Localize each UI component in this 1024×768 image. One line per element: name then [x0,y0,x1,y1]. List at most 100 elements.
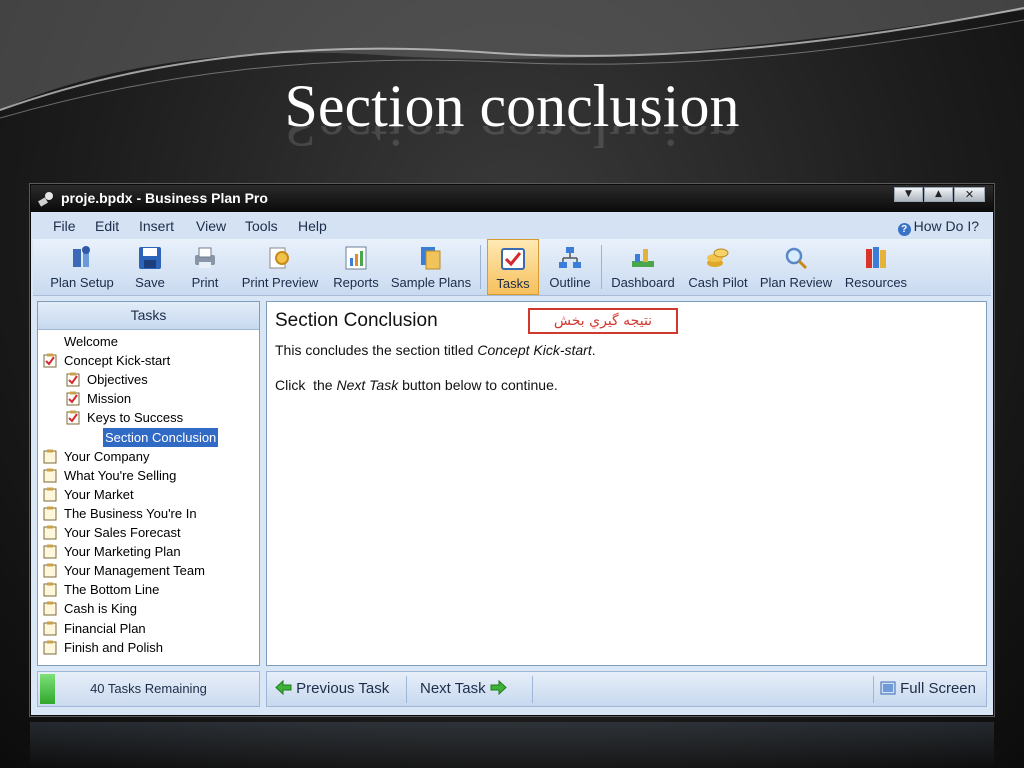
close-button[interactable]: ✕ [954,187,985,202]
printer-icon [195,247,215,268]
task-item-label: Cash is King [64,601,137,617]
task-item-label: Your Market [64,486,134,502]
menu-file[interactable]: File [53,218,76,234]
coins-icon [707,248,729,267]
left-arrow-icon [275,680,292,695]
previous-task-button[interactable]: Previous Task [275,680,389,697]
clipboard-icon [43,582,57,597]
toolbar-separator [480,245,481,289]
wrench-hammer-icon [73,246,90,267]
full-screen-button[interactable]: Full Screen [880,680,976,697]
tasks-button[interactable]: Tasks [487,239,539,295]
clipboard-icon [43,563,57,578]
plan-setup-label: Plan Setup [50,275,114,290]
task-item-label: The Bottom Line [64,582,160,598]
tasks-remaining-bar: 40 Tasks Remaining [37,671,260,707]
checked-clipboard-icon [66,372,80,387]
print-button[interactable]: Print [185,239,225,295]
content-panel: Section Conclusion نتيجه گيري بخش This c… [266,301,987,666]
restore-button[interactable]: ▲ [924,187,953,202]
menu-view[interactable]: View [196,218,226,234]
menu-insert[interactable]: Insert [139,218,174,234]
stacked-documents-icon [421,247,441,270]
print-label: Print [191,275,219,290]
next-task-button[interactable]: Next Task [420,680,507,697]
sample-plans-label: Sample Plans [390,275,472,290]
menu-edit[interactable]: Edit [95,218,119,234]
task-item-label: Your Sales Forecast [64,525,181,540]
plan-setup-button[interactable]: Plan Setup [47,239,117,295]
minimize-icon: ▼ [905,189,912,199]
menu-help[interactable]: Help [298,218,327,234]
dashboard-label: Dashboard [611,275,675,290]
nav-separator [532,676,533,703]
floppy-disk-icon [139,247,161,269]
print-preview-button[interactable]: Print Preview [239,239,321,295]
plan-review-label: Plan Review [759,275,833,290]
chart-dashboard-icon [632,249,654,267]
dashboard-button[interactable]: Dashboard [605,239,681,295]
outline-button[interactable]: Outline [543,239,597,295]
checked-clipboard-icon [66,391,80,406]
menu-tools[interactable]: Tools [245,218,278,234]
how-do-i-label: How Do I? [913,218,979,234]
task-item-label: Finish and Polish [64,639,163,655]
task-item-label: Section Conclusion [103,427,219,447]
tasks-label: Tasks [496,276,530,291]
task-item-label: Concept Kick-start [64,353,171,369]
full-screen-icon [880,681,896,695]
navigation-bar: Previous Task Next Task Full Screen [266,671,987,707]
resources-button[interactable]: Resources [841,239,911,295]
outline-label: Outline [549,275,591,290]
toolbar-separator [601,245,602,289]
print-preview-label: Print Preview [241,275,319,290]
task-item-label: What You're Selling [64,467,177,483]
sample-plans-button[interactable]: Sample Plans [389,239,473,295]
clipboard-icon [43,487,57,502]
cash-pilot-label: Cash Pilot [688,275,748,290]
plan-review-button[interactable]: Plan Review [757,239,835,295]
cash-pilot-button[interactable]: Cash Pilot [685,239,751,295]
content-heading: Section Conclusion [275,310,438,331]
conclusion-text: This concludes the section titled Concep… [275,342,596,358]
magnifying-glass-icon [785,247,808,270]
section-name: Concept Kick-start [477,342,592,358]
toolbar: Plan Setup Save Print Print Preview Repo… [33,239,991,296]
help-icon: ? [897,223,911,236]
title-bar: proje.bpdx - Business Plan Pro ▼ ▲ ✕ [31,185,993,212]
minimize-button[interactable]: ▼ [894,187,923,202]
resources-label: Resources [844,275,908,290]
reports-label: Reports [333,275,379,290]
menu-bar: File Edit Insert View Tools Help ? How Do… [31,213,993,239]
conclusion-text-suffix: . [591,342,596,358]
reports-button[interactable]: Reports [329,239,383,295]
app-icon [38,192,53,207]
tasks-remaining-label: 40 Tasks Remaining [90,681,207,696]
slide-title-reflection: Section conclusion [284,126,740,159]
annotation-box: نتيجه گيري بخش [528,308,678,334]
tasks-panel-header: Tasks [38,302,259,330]
instruction-text-suffix: button below to continue. [402,377,558,393]
save-button[interactable]: Save [129,239,171,295]
clipboard-icon [43,640,57,655]
nav-separator [406,676,407,703]
task-item-label: Your Marketing Plan [64,544,181,560]
right-arrow-icon [490,680,507,695]
clipboard-icon [43,601,57,616]
magnifier-document-icon [269,247,289,269]
org-chart-icon [559,247,581,268]
instruction-text-prefix: Click the [275,377,333,393]
task-item-label: Your Company [64,448,150,464]
checked-clipboard-icon [66,410,80,425]
instruction-text: Click the Next Task button below to cont… [275,377,558,393]
tasks-panel: Tasks Welcome Concept Kick-start Objective… [37,301,260,666]
task-item-label: Financial Plan [64,620,146,636]
close-icon: ✕ [964,188,975,201]
task-item-label: Keys to Success [87,410,184,426]
window-title: proje.bpdx - Business Plan Pro [61,190,268,206]
task-item-label: Your Management Team [64,563,205,579]
task-item-label: The Business You're In [64,505,197,521]
conclusion-text-prefix: This concludes the section titled [275,342,474,358]
how-do-i-link[interactable]: ? How Do I? [897,218,979,236]
next-task-reference: Next Task [336,377,399,393]
